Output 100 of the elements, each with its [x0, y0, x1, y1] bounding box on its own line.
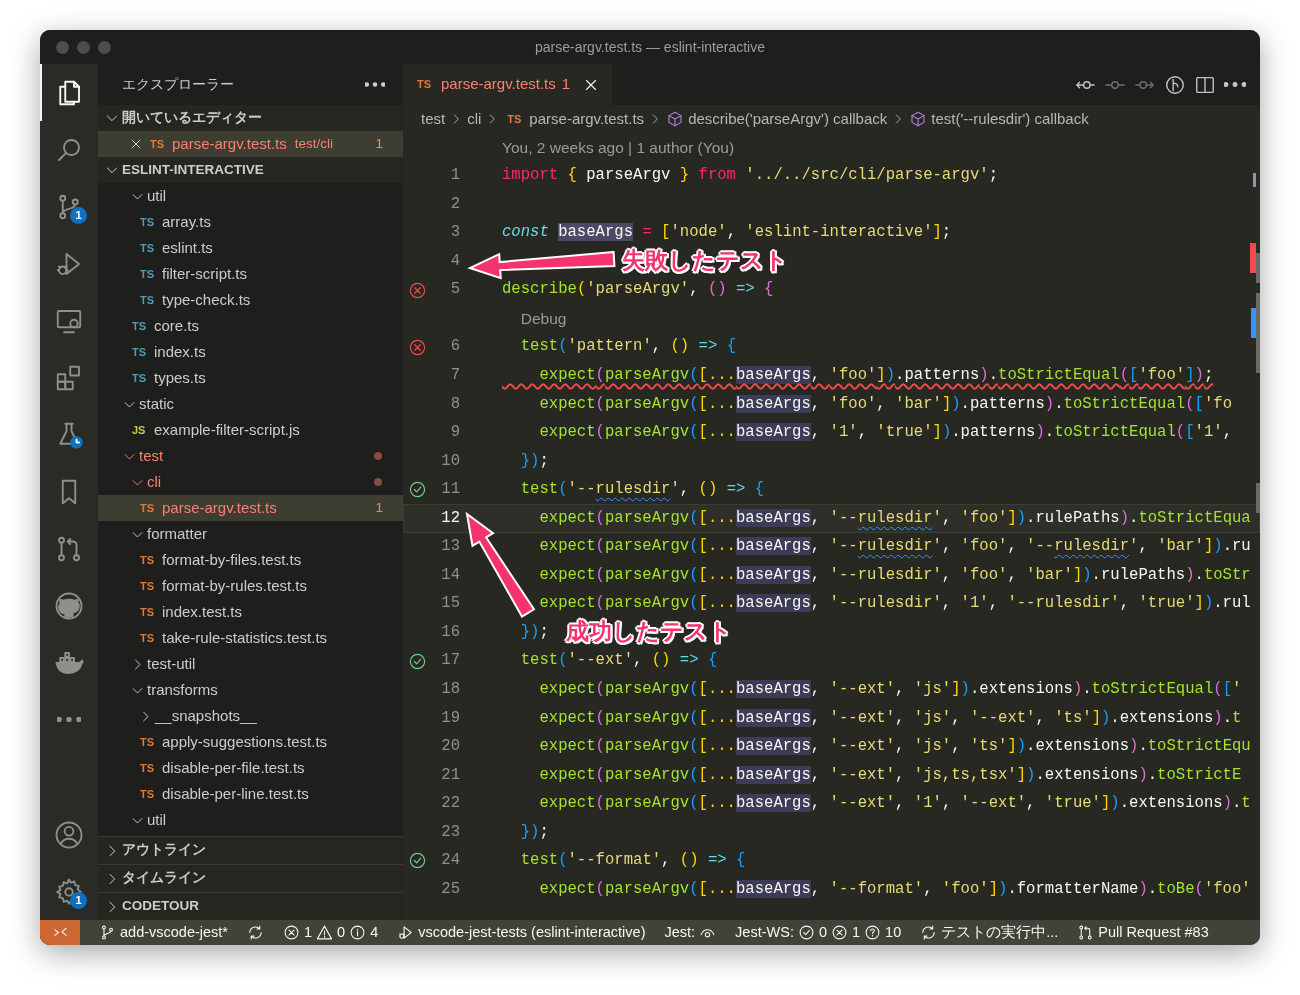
jest-status-item[interactable]: Jest:	[664, 920, 717, 945]
test-failed-icon[interactable]	[408, 337, 427, 357]
circle-branch-icon[interactable]	[1164, 73, 1186, 96]
section-header[interactable]: タイムライン	[98, 864, 403, 892]
scroll-marker	[1253, 173, 1256, 187]
tree-item[interactable]: TS filter-script.ts	[98, 261, 403, 287]
editor-tab[interactable]: TS parse-argv.test.ts 1	[403, 64, 613, 105]
tree-item[interactable]: test	[98, 443, 403, 469]
problems-status-item[interactable]: 1 0 4	[283, 920, 379, 945]
line-number: 15	[440, 593, 460, 615]
tree-item[interactable]: static	[98, 391, 403, 417]
tree-item[interactable]: TS format-by-rules.test.ts	[98, 573, 403, 599]
codelens[interactable]: Debug	[520, 306, 567, 331]
tree-item[interactable]: formatter	[98, 521, 403, 547]
code-line: const baseArgs = ['node', 'eslint-interactive'];	[502, 222, 952, 244]
debug-status-item[interactable]: vscode-jest-tests (eslint-interactive)	[397, 920, 646, 945]
sync-icon	[920, 924, 938, 941]
tree-item[interactable]: TS type-check.ts	[98, 287, 403, 313]
test-failed-icon[interactable]	[408, 280, 427, 300]
test-passed-icon[interactable]	[408, 851, 427, 871]
line-number: 20	[440, 736, 460, 758]
file-type-icon: TS	[140, 239, 156, 257]
notification-badge: 1	[70, 207, 87, 224]
code-line: });	[519, 450, 549, 472]
more-icon[interactable]	[365, 82, 385, 87]
cube-icon	[666, 110, 685, 128]
code-line: test('--rulesdir', () => {	[519, 479, 765, 501]
file-type-icon: TS	[150, 135, 166, 153]
section-header[interactable]: ESLINT-INTERACTIVE	[98, 157, 403, 183]
line-number: 18	[440, 678, 460, 700]
line-number: 8	[449, 393, 460, 415]
line-number: 21	[440, 764, 460, 786]
jest-ws-status-item[interactable]: Jest-WS: 0 1 10	[735, 920, 902, 945]
file-type-icon: TS	[140, 759, 156, 777]
line-number: 16	[440, 621, 460, 643]
branch-status-item[interactable]: add-vscode-jest*	[99, 920, 228, 945]
line-number: 9	[449, 422, 460, 444]
tree-item[interactable]: TS disable-per-line.test.ts	[98, 781, 403, 807]
breadcrumb-item[interactable]: TS parse-argv.test.ts	[503, 107, 645, 131]
section-header[interactable]: アウトライン	[98, 836, 403, 864]
tree-item[interactable]: TS disable-per-file.test.ts	[98, 755, 403, 781]
tree-item[interactable]: test-util	[98, 651, 403, 677]
activity-bar-item[interactable]: 1	[40, 863, 98, 920]
scroll-marker	[1256, 483, 1260, 513]
open-editor-item[interactable]: TS parse-argv.test.ts test/cli 1	[98, 131, 403, 157]
test-passed-icon[interactable]	[408, 651, 427, 671]
line-number: 11	[440, 479, 460, 501]
test-passed-icon[interactable]	[408, 480, 427, 500]
notification-badge: 1	[70, 892, 87, 909]
tree-item[interactable]: util	[98, 183, 403, 209]
file-type-icon: JS	[132, 421, 148, 439]
codelens[interactable]: You, 2 weeks ago | 1 author (You)	[502, 135, 735, 159]
tree-item[interactable]: TS index.test.ts	[98, 599, 403, 625]
breadcrumb-item[interactable]: cli	[467, 107, 482, 131]
tree-item[interactable]: TS core.ts	[98, 313, 403, 339]
file-type-icon: TS	[132, 369, 148, 387]
file-type-icon: TS	[140, 577, 156, 595]
activity-bar-item[interactable]: 1	[40, 178, 98, 235]
file-type-icon: TS	[140, 291, 156, 309]
section-header[interactable]: 開いているエディター	[98, 105, 403, 131]
code-line: expect(parseArgv([...baseArgs, 'foo']).patterns).toStrictEqual(['foo']);	[538, 364, 1214, 386]
code-line: });	[519, 821, 549, 843]
tree-item[interactable]: TS types.ts	[98, 365, 403, 391]
more-icon[interactable]	[1224, 82, 1246, 87]
file-type-icon: TS	[417, 76, 433, 93]
tree-item[interactable]: TS take-rule-statistics.test.ts	[98, 625, 403, 651]
tree-item[interactable]: TS array.ts	[98, 209, 403, 235]
file-type-icon: TS	[140, 603, 156, 621]
tree-item[interactable]: TS index.ts	[98, 339, 403, 365]
line-number: 3	[449, 222, 460, 244]
line-number: 6	[449, 336, 460, 358]
cube-icon	[909, 110, 928, 128]
tree-item[interactable]: util	[98, 807, 403, 833]
run-debug-icon	[397, 924, 415, 941]
tree-item[interactable]: TS parse-argv.test.ts 1	[98, 495, 403, 521]
breadcrumb-item[interactable]: test('--rulesdir') callback	[909, 107, 1089, 131]
info-icon	[349, 924, 367, 941]
tree-item[interactable]: TS eslint.ts	[98, 235, 403, 261]
tree-item[interactable]: cli	[98, 469, 403, 495]
remote-status-item[interactable]	[40, 920, 80, 945]
tree-item[interactable]: JS example-filter-script.js	[98, 417, 403, 443]
code-line: expect(parseArgv([...baseArgs, 'foo', 'bar']).patterns).toStrictEqual(['fo	[538, 393, 1232, 415]
window-title: parse-argv.test.ts — eslint-interactive	[534, 37, 765, 57]
test-run-status-item[interactable]: テストの実行中...	[920, 920, 1059, 945]
breadcrumb-item[interactable]: test	[421, 107, 446, 131]
file-type-icon: TS	[140, 785, 156, 803]
breadcrumb-item[interactable]: describe('parseArgv') callback	[666, 107, 888, 131]
tree-item[interactable]: transforms	[98, 677, 403, 703]
code-line: test('--format', () => {	[519, 850, 746, 872]
tree-item[interactable]: TS format-by-files.test.ts	[98, 547, 403, 573]
code-line: describe('parseArgv', () => {	[502, 279, 774, 301]
code-line: expect(parseArgv([...baseArgs, '--ext', 'js,ts,tsx']).extensions).toStrictE	[538, 764, 1242, 786]
code-line: expect(parseArgv([...baseArgs, '--ext', 'js']).extensions).toStrictEqual(['	[538, 678, 1242, 700]
file-type-icon: TS	[132, 317, 148, 335]
pull-request-status-item[interactable]: Pull Request #83	[1077, 920, 1209, 945]
tree-item[interactable]: __snapshots__	[98, 703, 403, 729]
line-number: 22	[440, 793, 460, 815]
section-header[interactable]: CODETOUR	[98, 892, 403, 920]
tree-item[interactable]: TS apply-suggestions.test.ts	[98, 729, 403, 755]
file-type-icon: TS	[132, 343, 148, 361]
